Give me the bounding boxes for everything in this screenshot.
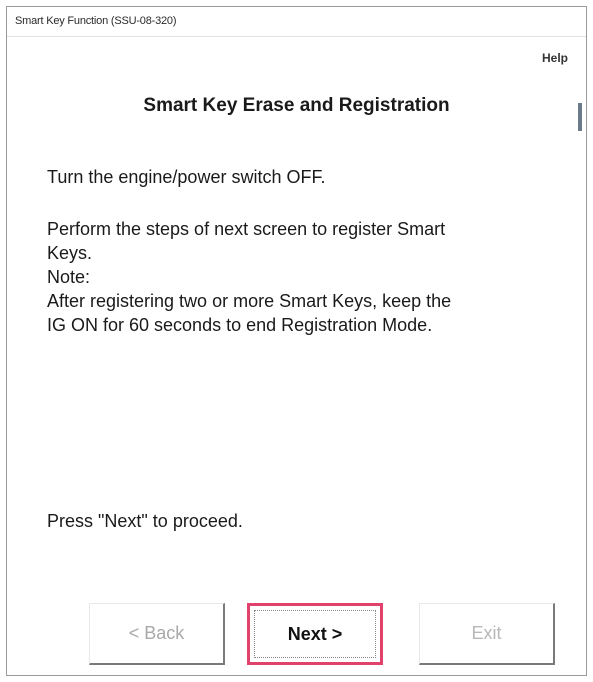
next-button[interactable]: Next >: [247, 603, 383, 665]
note-line: IG ON for 60 seconds to end Registration…: [47, 315, 433, 335]
dialog-window: Smart Key Function (SSU-08-320) Help Sma…: [6, 6, 587, 676]
exit-button[interactable]: Exit: [419, 603, 555, 665]
help-link[interactable]: Help: [542, 51, 568, 65]
back-button[interactable]: < Back: [89, 603, 225, 665]
instruction-line: Perform the steps of next screen to regi…: [47, 219, 446, 239]
registration-text: Perform the steps of next screen to regi…: [47, 217, 556, 337]
page-title: Smart Key Erase and Registration: [143, 95, 450, 116]
window-title: Smart Key Function (SSU-08-320): [15, 15, 177, 27]
instruction-line: Keys.: [47, 243, 93, 263]
instruction-text: Turn the engine/power switch OFF.: [47, 165, 556, 189]
note-line: After registering two or more Smart Keys…: [47, 291, 452, 311]
instruction-line: Turn the engine/power switch OFF.: [47, 167, 326, 187]
proceed-text: Press "Next" to proceed.: [47, 511, 243, 531]
note-label: Note:: [47, 267, 91, 287]
title-bar: Smart Key Function (SSU-08-320): [7, 7, 586, 37]
